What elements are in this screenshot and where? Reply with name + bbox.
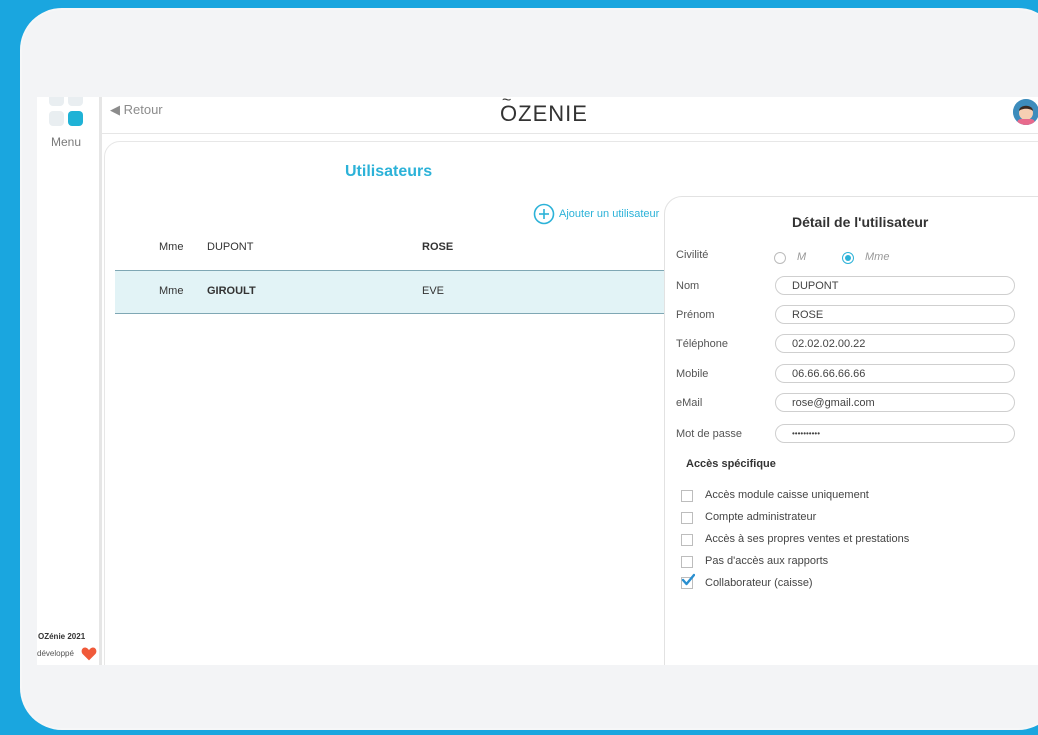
- checkbox-no-reports-label: Pas d'accès aux rapports: [705, 555, 829, 567]
- menu-button[interactable]: [47, 97, 87, 137]
- user-avatar[interactable]: [1013, 99, 1038, 125]
- email-field[interactable]: rose@gmail.com: [775, 393, 1015, 412]
- firstname-label: Prénom: [676, 309, 715, 321]
- checkbox-cash-only[interactable]: [681, 490, 693, 502]
- menu-tile-icon: [49, 111, 64, 126]
- add-circle-icon: [533, 203, 555, 225]
- radio-m-label: M: [797, 251, 807, 263]
- phone-field[interactable]: 02.02.02.00.22: [775, 334, 1015, 353]
- radio-mme-label: Mme: [865, 251, 890, 263]
- checkbox-admin[interactable]: [681, 512, 693, 524]
- users-title: Utilisateurs: [345, 163, 433, 180]
- radio-mme[interactable]: [842, 252, 854, 264]
- checkbox-no-reports[interactable]: [681, 556, 693, 568]
- logo-initial: ~ O: [500, 97, 518, 127]
- checkbox-collaborator-label: Collaborateur (caisse): [705, 577, 813, 589]
- menu-label: Menu: [51, 135, 82, 149]
- logo-tilde: ~: [502, 97, 513, 109]
- password-field[interactable]: ••••••••••: [775, 424, 1015, 443]
- menu-tile-icon: [49, 97, 64, 106]
- tablet-frame: Menu OZénie 2021 développé ◀ Retour ~ OZE…: [20, 8, 1038, 730]
- user-lastname: GIROULT: [207, 285, 256, 297]
- logo-text: ZENIE: [518, 101, 588, 126]
- user-civility: Mme: [159, 285, 184, 297]
- lastname-label: Nom: [676, 280, 700, 292]
- user-row-selected[interactable]: Mme GIROULT EVE: [115, 270, 664, 314]
- checkbox-own-sales-label: Accès à ses propres ventes et prestation…: [705, 533, 910, 545]
- add-user-label: Ajouter un utilisateur: [559, 208, 660, 220]
- sidebar-divider: [99, 97, 102, 665]
- user-firstname: EVE: [422, 285, 445, 297]
- lastname-field[interactable]: DUPONT: [775, 276, 1015, 295]
- mobile-field[interactable]: 06.66.66.66.66: [775, 364, 1015, 383]
- user-civility: Mme: [159, 241, 184, 253]
- checkmark-icon: [681, 573, 695, 586]
- checkbox-own-sales[interactable]: [681, 534, 693, 546]
- topbar-divider: [100, 133, 1038, 134]
- back-link[interactable]: ◀ Retour: [110, 102, 163, 118]
- footer-brand: OZénie 2021: [38, 632, 86, 641]
- radio-m[interactable]: [774, 252, 786, 264]
- add-user-button[interactable]: Ajouter un utilisateur: [533, 203, 659, 225]
- password-label: Mot de passe: [676, 428, 743, 440]
- user-firstname: ROSE: [422, 241, 454, 253]
- avatar-face-icon: [1013, 99, 1038, 125]
- email-label: eMail: [676, 397, 703, 409]
- user-row[interactable]: Mme DUPONT ROSE: [115, 227, 664, 269]
- user-lastname: DUPONT: [207, 241, 254, 253]
- mobile-label: Mobile: [676, 368, 709, 380]
- civility-label: Civilité: [676, 249, 709, 261]
- checkbox-admin-label: Compte administrateur: [705, 511, 817, 523]
- menu-tile-icon: [68, 97, 83, 106]
- checkbox-cash-only-label: Accès module caisse uniquement: [705, 489, 869, 501]
- access-title: Accès spécifique: [686, 458, 776, 470]
- menu-tile-active-icon: [68, 111, 83, 126]
- detail-title: Détail de l'utilisateur: [792, 214, 929, 230]
- app-logo: ~ OZENIE: [500, 97, 588, 127]
- app-screen: Menu OZénie 2021 développé ◀ Retour ~ OZE…: [37, 97, 1038, 665]
- footer-developed-text: développé: [37, 649, 74, 658]
- phone-label: Téléphone: [676, 338, 728, 350]
- sidebar: Menu OZénie 2021 développé: [37, 97, 100, 665]
- heart-icon: [81, 647, 97, 661]
- firstname-field[interactable]: ROSE: [775, 305, 1015, 324]
